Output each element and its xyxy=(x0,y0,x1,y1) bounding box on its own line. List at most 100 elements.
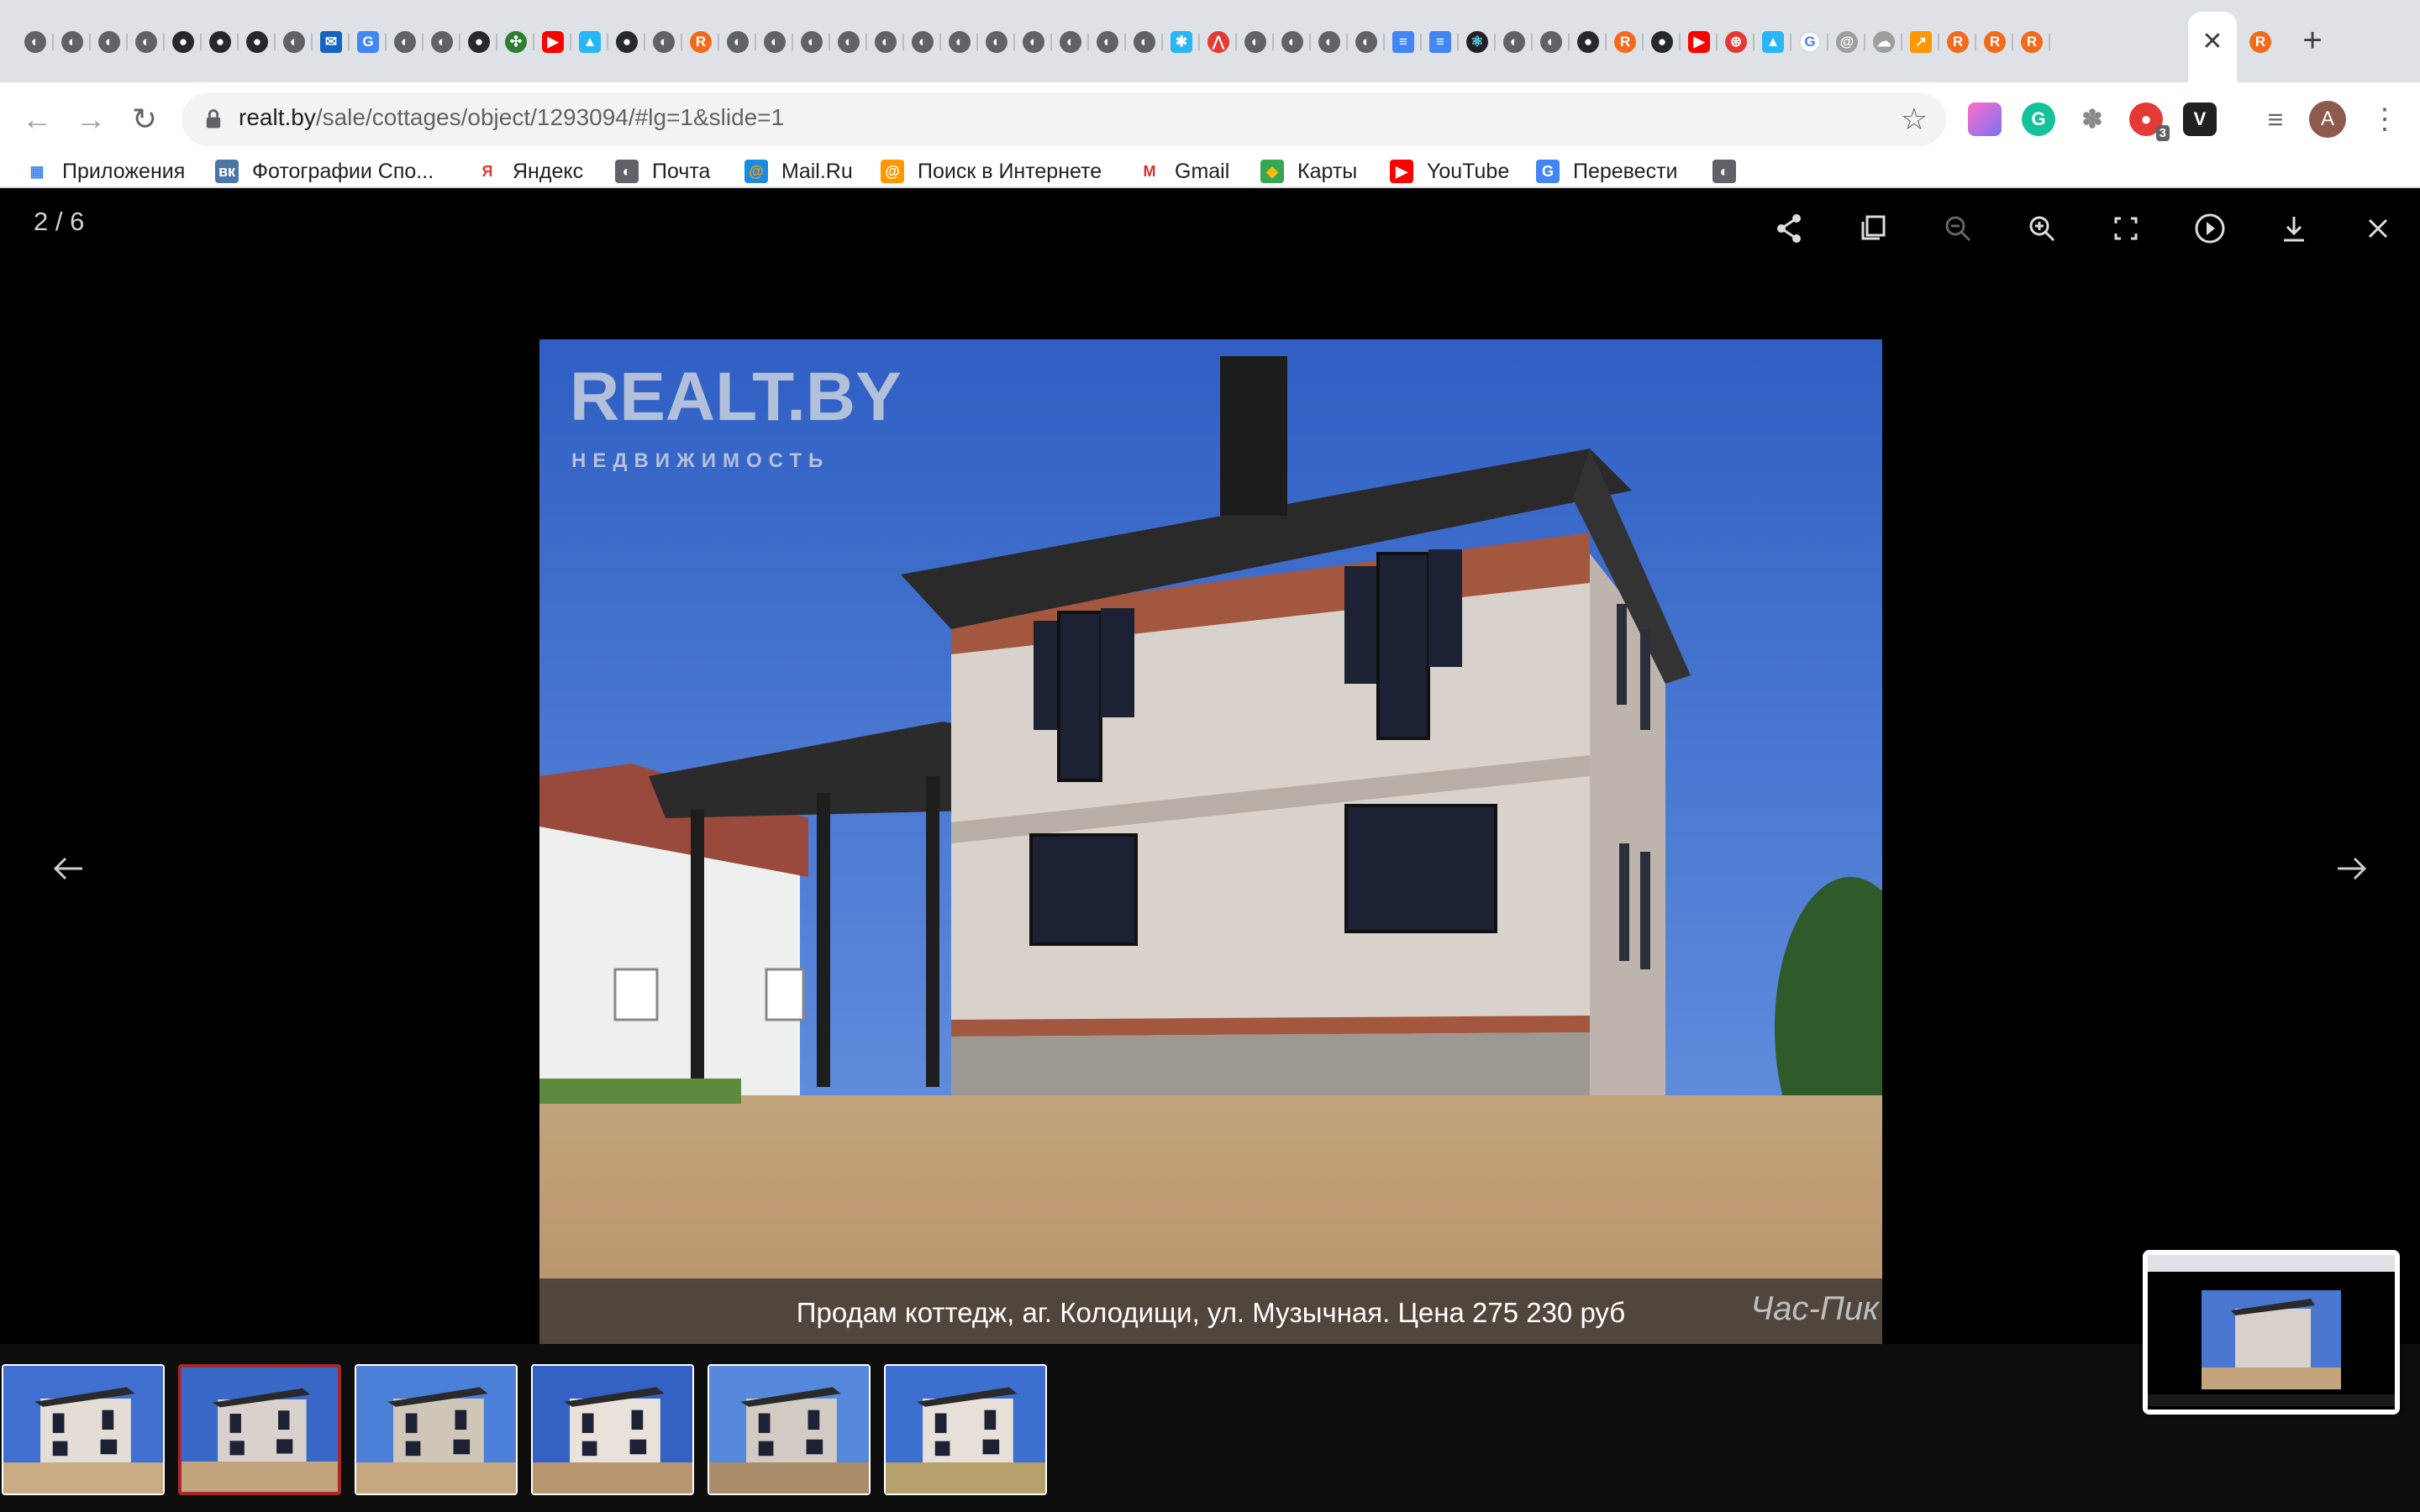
screenshot-preview[interactable] xyxy=(2143,1250,2400,1415)
browser-menu-icon[interactable]: ⋮ xyxy=(2370,101,2400,138)
close-icon[interactable] xyxy=(2353,203,2403,254)
thumbnail[interactable] xyxy=(355,1364,518,1495)
tab[interactable]: ⚛ xyxy=(1459,24,1496,60)
new-tab-button[interactable]: + xyxy=(2294,22,2331,59)
download-icon[interactable] xyxy=(2269,203,2319,254)
tab[interactable]: R xyxy=(1976,24,2013,60)
tab[interactable]: ✉ xyxy=(313,24,350,60)
thumbnail[interactable] xyxy=(178,1364,341,1495)
tab[interactable]: ✣ xyxy=(497,24,534,60)
tab[interactable]: ⊛ xyxy=(1718,24,1754,60)
tab[interactable]: ● xyxy=(608,24,645,60)
bookmark-item[interactable]: вк Фотографии Спо... xyxy=(215,156,434,186)
v-extension-icon[interactable]: V xyxy=(2183,102,2217,136)
tab[interactable]: ◐ xyxy=(756,24,793,60)
tab[interactable]: ≡ xyxy=(1385,24,1422,60)
tab[interactable]: ▶ xyxy=(1681,24,1718,60)
tab[interactable]: ● xyxy=(1570,24,1607,60)
bookmark-item[interactable]: ◆ Карты xyxy=(1260,156,1357,186)
tab[interactable]: ≡ xyxy=(1422,24,1459,60)
tab[interactable]: ⋀ xyxy=(1200,24,1237,60)
forward-button[interactable]: → xyxy=(71,99,111,139)
bookmark-item[interactable]: ◐ Почта xyxy=(615,156,710,186)
tab[interactable]: ◐ xyxy=(91,24,128,60)
bookmark-item[interactable]: ▶ YouTube xyxy=(1390,156,1509,186)
tab[interactable]: ◐ xyxy=(645,24,682,60)
bookmark-item[interactable]: G Перевести xyxy=(1536,156,1678,186)
tab[interactable]: ● xyxy=(202,24,239,60)
tab[interactable]: ◐ xyxy=(1052,24,1089,60)
adblock-icon[interactable]: ● 3 xyxy=(2129,102,2170,141)
tab[interactable]: ▲ xyxy=(1754,24,1791,60)
bookmark-item[interactable]: ▦ Приложения xyxy=(25,156,185,186)
back-button[interactable]: ← xyxy=(17,99,57,139)
media-control-icon[interactable]: ≡ xyxy=(2259,102,2292,136)
grammarly-icon[interactable]: G xyxy=(2022,102,2055,136)
tab[interactable]: ◐ xyxy=(1311,24,1348,60)
tab[interactable]: ◐ xyxy=(387,24,424,60)
previous-slide-button[interactable] xyxy=(44,843,94,894)
tab[interactable]: ◐ xyxy=(1015,24,1052,60)
url-text[interactable]: realt.by/sale/cottages/object/1293094/#l… xyxy=(239,104,784,131)
tab[interactable]: ◐ xyxy=(276,24,313,60)
tab[interactable]: ● xyxy=(239,24,276,60)
tab[interactable]: ☁ xyxy=(1865,24,1902,60)
thumbnail[interactable] xyxy=(2,1364,165,1495)
play-icon[interactable] xyxy=(2185,203,2235,254)
zoom-in-icon[interactable] xyxy=(2017,203,2067,254)
gradient-extension-icon[interactable] xyxy=(1968,102,2002,136)
tab[interactable]: ● xyxy=(1644,24,1681,60)
active-tab[interactable]: ✕ xyxy=(2188,12,2237,82)
bookmark-item[interactable]: ◐ xyxy=(1712,156,1749,186)
tab[interactable]: ◐ xyxy=(867,24,904,60)
bookmark-item[interactable]: @ Поиск в Интернете xyxy=(881,156,1102,186)
tab[interactable]: R xyxy=(2013,24,2050,60)
bookmark-item[interactable]: @ Mail.Ru xyxy=(744,156,853,186)
tab[interactable]: ◐ xyxy=(424,24,460,60)
tab[interactable]: ▲ xyxy=(571,24,608,60)
profile-avatar[interactable]: A xyxy=(2309,101,2346,138)
fullscreen-icon[interactable] xyxy=(2101,203,2151,254)
address-bar[interactable]: realt.by/sale/cottages/object/1293094/#l… xyxy=(182,92,1946,146)
tab[interactable]: ● xyxy=(165,24,202,60)
reload-button[interactable]: ↻ xyxy=(124,99,165,139)
tab[interactable]: G xyxy=(350,24,387,60)
tab[interactable]: ✱ xyxy=(1163,24,1200,60)
tab[interactable]: G xyxy=(1791,24,1828,60)
thumbnail[interactable] xyxy=(884,1364,1047,1495)
tab[interactable]: ◐ xyxy=(1496,24,1533,60)
paw-extension-icon[interactable]: ✽ xyxy=(2075,102,2109,136)
tab[interactable]: ◐ xyxy=(830,24,867,60)
tab[interactable]: ↗ xyxy=(1902,24,1939,60)
tab[interactable]: ◐ xyxy=(128,24,165,60)
thumbnail[interactable] xyxy=(531,1364,694,1495)
tab[interactable]: ◐ xyxy=(1089,24,1126,60)
tab[interactable]: @ xyxy=(1828,24,1865,60)
tab[interactable]: ◐ xyxy=(719,24,756,60)
bookmark-item[interactable]: M Gmail xyxy=(1138,156,1229,186)
tab[interactable]: ◐ xyxy=(1126,24,1163,60)
tab[interactable]: ◐ xyxy=(941,24,978,60)
bookmark-item[interactable]: Я Яндекс xyxy=(476,156,583,186)
tab[interactable]: ◐ xyxy=(17,24,54,60)
tab[interactable]: ◐ xyxy=(978,24,1015,60)
close-tab-icon[interactable]: ✕ xyxy=(2202,27,2223,56)
tab[interactable]: ◐ xyxy=(793,24,830,60)
next-slide-button[interactable] xyxy=(2326,843,2376,894)
tab[interactable]: ◐ xyxy=(1274,24,1311,60)
copy-icon[interactable] xyxy=(1849,203,1899,254)
tab[interactable]: R xyxy=(682,24,719,60)
tab[interactable]: R xyxy=(1939,24,1976,60)
thumbnail[interactable] xyxy=(708,1364,871,1495)
tab[interactable]: ● xyxy=(460,24,497,60)
share-icon[interactable] xyxy=(1765,203,1815,254)
bookmark-star-icon[interactable]: ☆ xyxy=(1901,102,1928,136)
tab[interactable]: ◐ xyxy=(1348,24,1385,60)
zoom-out-icon[interactable] xyxy=(1933,203,1983,254)
tab[interactable]: ◐ xyxy=(54,24,91,60)
tab[interactable]: ▶ xyxy=(534,24,571,60)
tab[interactable]: ◐ xyxy=(1237,24,1274,60)
tab[interactable]: ◐ xyxy=(904,24,941,60)
tab[interactable]: R xyxy=(1607,24,1644,60)
tab[interactable]: R xyxy=(2242,24,2279,60)
